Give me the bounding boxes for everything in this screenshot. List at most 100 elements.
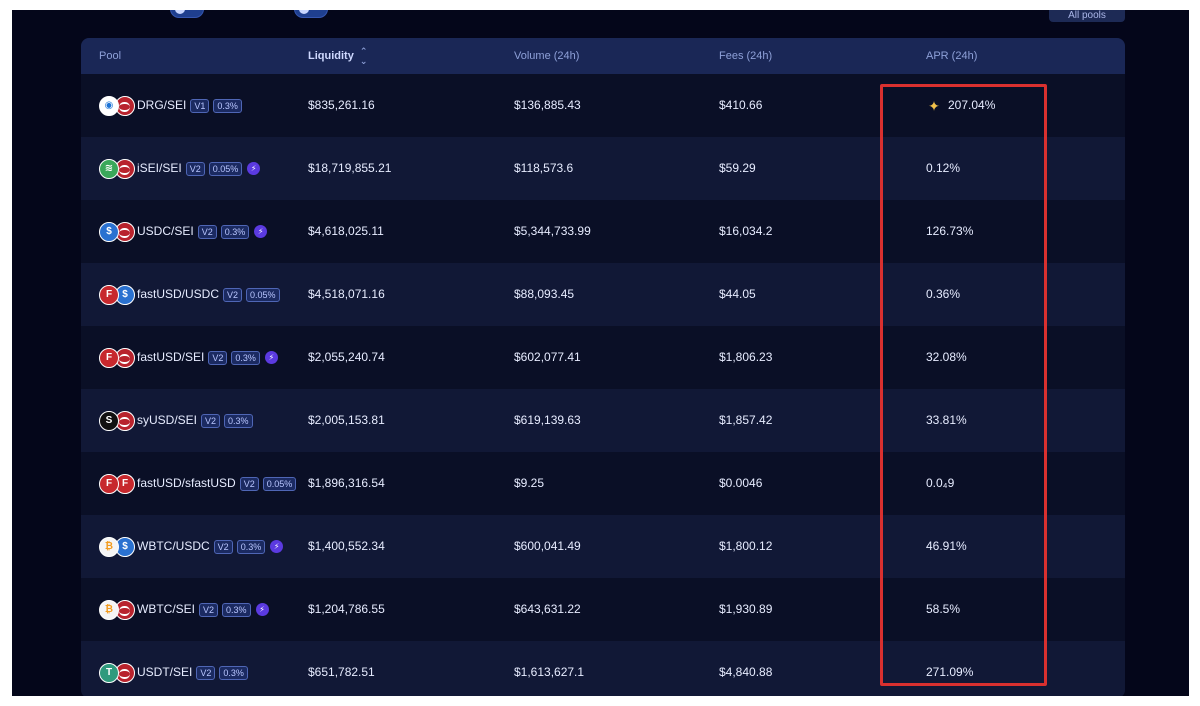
sort-updown-icon[interactable]: ⌃ ⌄ bbox=[360, 46, 368, 66]
fees-cell: $4,840.88 bbox=[719, 665, 773, 679]
liquidity-cell: $1,204,786.55 bbox=[308, 602, 385, 616]
pool-cell[interactable]: T USDT/SEI V2 0.3% bbox=[99, 641, 248, 696]
pool-cell[interactable]: ₿ $ WBTC/USDC V2 0.3% ⚡ bbox=[99, 515, 284, 578]
pool-name[interactable]: syUSD/SEI bbox=[137, 389, 197, 452]
usdc-token-icon: $ bbox=[99, 221, 119, 242]
volume-cell: $118,573.6 bbox=[514, 161, 574, 175]
table-header: Pool Liquidity ⌃ ⌄ Volume (24h) Fees (24h)… bbox=[81, 38, 1125, 74]
table-row[interactable]: FF fastUSD/sfastUSD V2 0.05% $1,896,316.… bbox=[81, 452, 1125, 515]
apr-value: 33.81% bbox=[926, 413, 967, 427]
token-pair-icons: ≋ bbox=[99, 158, 137, 179]
pool-name[interactable]: fastUSD/SEI bbox=[137, 326, 204, 389]
fees-cell: $410.66 bbox=[719, 98, 763, 112]
filter-toggle-2[interactable] bbox=[294, 10, 328, 18]
wbtc-token-icon: ₿ bbox=[99, 599, 119, 620]
syusd-token-icon: S bbox=[99, 410, 119, 431]
fees-cell: $1,930.89 bbox=[719, 602, 773, 616]
apr-value: 207.04% bbox=[948, 98, 996, 112]
token-pair-icons: $ bbox=[99, 221, 137, 242]
pool-cell[interactable]: ≋ iSEI/SEI V2 0.05% ⚡ bbox=[99, 137, 261, 200]
fastusd-token-icon: F bbox=[99, 284, 119, 305]
pool-name[interactable]: WBTC/USDC bbox=[137, 515, 210, 578]
apr-value: 32.08% bbox=[926, 350, 967, 364]
apr-value: 46.91% bbox=[926, 539, 967, 553]
volume-cell: $643,631.22 bbox=[514, 602, 581, 616]
pool-name[interactable]: iSEI/SEI bbox=[137, 137, 182, 200]
pool-name[interactable]: WBTC/SEI bbox=[137, 578, 195, 641]
apr-cell: ✦ 207.04% bbox=[926, 74, 995, 137]
table-row[interactable]: F fastUSD/SEI V2 0.3% ⚡ $2,055,240.74 $6… bbox=[81, 326, 1125, 389]
volume-cell: $619,139.63 bbox=[514, 413, 581, 427]
version-badge: V2 bbox=[213, 539, 233, 554]
header-fees[interactable]: Fees (24h) bbox=[719, 38, 772, 74]
table-row[interactable]: ≋ iSEI/SEI V2 0.05% ⚡ $18,719,855.21 $11… bbox=[81, 137, 1125, 200]
volume-cell: $5,344,733.99 bbox=[514, 224, 591, 238]
table-row[interactable]: ◉ DRG/SEI V1 0.3% $835,261.16 $136,885.4… bbox=[81, 74, 1125, 137]
fee-tier-badge: 0.3% bbox=[236, 539, 266, 554]
filter-bar: All pools bbox=[12, 10, 1189, 38]
all-pools-button[interactable]: All pools bbox=[1049, 10, 1125, 22]
fees-cell: $1,800.12 bbox=[719, 539, 773, 553]
usdt-token-icon: T bbox=[99, 662, 119, 683]
fees-cell: $0.0046 bbox=[719, 476, 763, 490]
boost-icon: ⚡ bbox=[255, 603, 269, 616]
liquidity-cell: $835,261.16 bbox=[308, 98, 375, 112]
header-apr[interactable]: APR (24h) bbox=[926, 38, 977, 74]
header-liquidity[interactable]: Liquidity ⌃ ⌄ bbox=[308, 38, 367, 74]
pool-cell[interactable]: FF fastUSD/sfastUSD V2 0.05% bbox=[99, 452, 297, 515]
volume-cell: $602,077.41 bbox=[514, 350, 581, 364]
table-body: ◉ DRG/SEI V1 0.3% $835,261.16 $136,885.4… bbox=[81, 74, 1125, 696]
pool-name[interactable]: USDC/SEI bbox=[137, 200, 194, 263]
version-badge: V2 bbox=[197, 224, 217, 239]
table-row[interactable]: ₿ WBTC/SEI V2 0.3% ⚡ $1,204,786.55 $643,… bbox=[81, 578, 1125, 641]
liquidity-cell: $2,055,240.74 bbox=[308, 350, 385, 364]
fee-tier-badge: 0.3% bbox=[213, 98, 242, 113]
volume-cell: $600,041.49 bbox=[514, 539, 581, 553]
pools-table: Pool Liquidity ⌃ ⌄ Volume (24h) Fees (24h)… bbox=[81, 38, 1125, 696]
token-pair-icons: ₿ $ bbox=[99, 536, 137, 557]
table-row[interactable]: ₿ $ WBTC/USDC V2 0.3% ⚡ $1,400,552.34 $60… bbox=[81, 515, 1125, 578]
boost-icon: ⚡ bbox=[254, 225, 268, 238]
pool-name[interactable]: USDT/SEI bbox=[137, 641, 192, 696]
apr-cell: 0.0₄9 bbox=[926, 452, 954, 515]
pool-cell[interactable]: S syUSD/SEI V2 0.3% bbox=[99, 389, 253, 452]
fee-tier-badge: 0.3% bbox=[219, 665, 248, 680]
header-liquidity-label: Liquidity bbox=[308, 50, 354, 62]
apr-cell: 0.12% bbox=[926, 137, 960, 200]
fee-tier-badge: 0.3% bbox=[220, 224, 250, 239]
volume-cell: $1,613,627.1 bbox=[514, 665, 585, 679]
table-row[interactable]: $ USDC/SEI V2 0.3% ⚡ $4,618,025.11 $5,34… bbox=[81, 200, 1125, 263]
pool-name[interactable]: DRG/SEI bbox=[137, 74, 186, 137]
token-pair-icons: ₿ bbox=[99, 599, 137, 620]
boost-icon: ⚡ bbox=[270, 540, 284, 553]
apr-cell: 46.91% bbox=[926, 515, 967, 578]
fastusd-token-icon: F bbox=[99, 347, 119, 368]
version-badge: V1 bbox=[190, 98, 210, 113]
table-row[interactable]: F $ fastUSD/USDC V2 0.05% $4,518,071.16 $… bbox=[81, 263, 1125, 326]
boost-icon: ⚡ bbox=[264, 351, 278, 364]
filter-toggle-1[interactable] bbox=[170, 10, 204, 18]
pool-name[interactable]: fastUSD/sfastUSD bbox=[137, 452, 236, 515]
table-row[interactable]: S syUSD/SEI V2 0.3% $2,005,153.81 $619,1… bbox=[81, 389, 1125, 452]
version-badge: V2 bbox=[185, 161, 205, 176]
boost-icon: ⚡ bbox=[247, 162, 261, 175]
header-volume[interactable]: Volume (24h) bbox=[514, 38, 579, 74]
header-pool[interactable]: Pool bbox=[99, 38, 121, 74]
pool-cell[interactable]: ₿ WBTC/SEI V2 0.3% ⚡ bbox=[99, 578, 269, 641]
version-badge: V2 bbox=[201, 413, 221, 428]
apr-cell: 33.81% bbox=[926, 389, 967, 452]
pool-cell[interactable]: $ USDC/SEI V2 0.3% ⚡ bbox=[99, 200, 268, 263]
table-row[interactable]: T USDT/SEI V2 0.3% $651,782.51 $1,613,62… bbox=[81, 641, 1125, 696]
wbtc-token-icon: ₿ bbox=[99, 536, 119, 557]
liquidity-cell: $2,005,153.81 bbox=[308, 413, 385, 427]
apr-value: 126.73% bbox=[926, 224, 974, 238]
drg-token-icon: ◉ bbox=[99, 95, 119, 116]
pool-name[interactable]: fastUSD/USDC bbox=[137, 263, 219, 326]
pool-cell[interactable]: ◉ DRG/SEI V1 0.3% bbox=[99, 74, 242, 137]
apr-value: 0.36% bbox=[926, 287, 961, 301]
fees-cell: $1,857.42 bbox=[719, 413, 773, 427]
liquidity-cell: $1,400,552.34 bbox=[308, 539, 385, 553]
pool-cell[interactable]: F fastUSD/SEI V2 0.3% ⚡ bbox=[99, 326, 278, 389]
pool-cell[interactable]: F $ fastUSD/USDC V2 0.05% bbox=[99, 263, 280, 326]
apr-cell: 58.5% bbox=[926, 578, 960, 641]
